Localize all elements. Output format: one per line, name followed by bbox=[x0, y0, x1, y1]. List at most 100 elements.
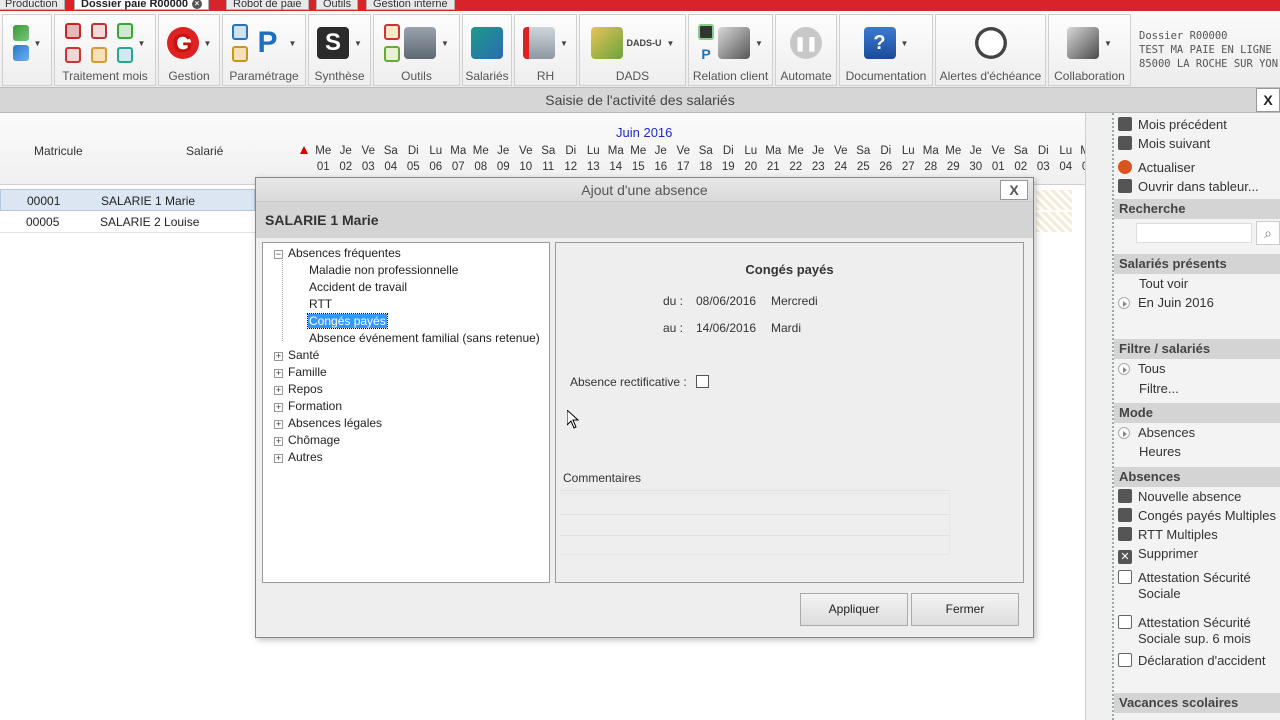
day-column-header[interactable]: Me 22 bbox=[785, 143, 808, 175]
tree-node-sante[interactable]: + Santé bbox=[274, 348, 319, 363]
new-absence-link[interactable]: Nouvelle absence bbox=[1118, 489, 1241, 505]
delete-link[interactable]: ✕ Supprimer bbox=[1118, 546, 1198, 564]
tab-gestion-interne[interactable]: Gestion interne bbox=[366, 0, 455, 10]
day-column-header[interactable]: Sa 02 bbox=[1010, 143, 1033, 175]
tree-node-maladie[interactable]: Maladie non professionnelle bbox=[309, 263, 458, 278]
tree-node-frequentes[interactable]: − Absences fréquentes bbox=[274, 246, 401, 261]
cancel-payslip-icon[interactable] bbox=[64, 47, 81, 63]
tree-node-autres[interactable]: + Autres bbox=[274, 450, 323, 465]
day-column-header[interactable]: Je 30 bbox=[965, 143, 988, 175]
expand-icon[interactable]: + bbox=[274, 369, 283, 378]
apply-button[interactable]: Appliquer bbox=[800, 593, 908, 626]
day-column-header[interactable]: Ma 28 bbox=[920, 143, 943, 175]
day-column-header[interactable]: Di 03 bbox=[1032, 143, 1055, 175]
parametrage-p-icon[interactable]: P bbox=[252, 27, 284, 59]
day-column-header[interactable]: Lu 20 bbox=[740, 143, 763, 175]
p-small-icon[interactable]: P bbox=[698, 46, 714, 62]
attestation-ss-link[interactable]: Attestation Sécurité Sociale bbox=[1118, 570, 1280, 602]
export-icon[interactable] bbox=[116, 47, 133, 63]
table-row[interactable]: 00005 SALARIE 2 Louise bbox=[0, 211, 255, 233]
day-column-header[interactable]: Lu 06 bbox=[425, 143, 448, 175]
prev-month-link[interactable]: Mois précédent bbox=[1118, 117, 1227, 133]
day-column-header[interactable]: Lu 04 bbox=[1055, 143, 1078, 175]
chevron-down-icon[interactable]: ▼ bbox=[354, 39, 362, 48]
day-column-header[interactable]: Sa 18 bbox=[695, 143, 718, 175]
day-column-header[interactable]: Ve 01 bbox=[987, 143, 1010, 175]
expand-icon[interactable]: + bbox=[274, 352, 283, 361]
day-column-header[interactable]: Ve 24 bbox=[830, 143, 853, 175]
tab-outils[interactable]: Outils bbox=[316, 0, 359, 10]
column-header-matricule[interactable]: Matricule bbox=[34, 144, 83, 158]
settings-small-icon[interactable] bbox=[231, 24, 248, 40]
option-filtre[interactable]: Filtre... bbox=[1139, 381, 1179, 397]
expand-icon[interactable]: + bbox=[274, 437, 283, 446]
day-column-header[interactable]: Sa 11 bbox=[537, 143, 560, 175]
tree-node-formation[interactable]: + Formation bbox=[274, 399, 342, 414]
tree-node-conges-payes[interactable]: Congés payés bbox=[307, 313, 388, 329]
chevron-down-icon[interactable]: ▼ bbox=[560, 39, 568, 48]
ribbon-group-relation-client[interactable]: P ▼ Relation client bbox=[688, 14, 773, 86]
dads-u-label[interactable]: DADS-U bbox=[627, 38, 662, 48]
contact-icon[interactable] bbox=[698, 24, 715, 40]
ribbon-group-automate[interactable]: ❚❚ Automate bbox=[775, 14, 837, 86]
chevron-down-icon[interactable]: ▼ bbox=[755, 39, 763, 48]
day-column-header[interactable]: Je 23 bbox=[807, 143, 830, 175]
chevron-down-icon[interactable]: ▼ bbox=[289, 39, 297, 48]
ribbon-group-alertes[interactable]: Alertes d'échéance bbox=[935, 14, 1046, 86]
day-column-header[interactable]: Di 05 bbox=[402, 143, 425, 175]
tree-node-accident[interactable]: Accident de travail bbox=[309, 280, 407, 295]
expand-icon[interactable]: + bbox=[274, 420, 283, 429]
end-date-field[interactable]: 14/06/2016 bbox=[696, 321, 756, 335]
transfer-icon[interactable] bbox=[90, 47, 107, 63]
next-month-link[interactable]: Mois suivant bbox=[1118, 136, 1210, 152]
close-tab-icon[interactable]: × bbox=[192, 0, 203, 10]
day-column-header[interactable]: Di 12 bbox=[560, 143, 583, 175]
alarm-clock-icon[interactable] bbox=[974, 27, 1007, 59]
rectificative-checkbox[interactable] bbox=[696, 375, 709, 388]
calc-icon[interactable] bbox=[64, 23, 81, 39]
meeting-icon[interactable] bbox=[718, 27, 751, 59]
ribbon-group-documentation[interactable]: ? ▼ Documentation bbox=[839, 14, 933, 86]
ribbon-group-traitement-mois[interactable]: ▼ Traitement mois bbox=[54, 14, 156, 86]
option-en-juin[interactable]: En Juin 2016 bbox=[1118, 295, 1214, 311]
tools-small-icon[interactable] bbox=[231, 46, 248, 62]
day-column-header[interactable]: Je 09 bbox=[492, 143, 515, 175]
gestion-g-icon[interactable]: G bbox=[166, 27, 199, 59]
day-column-header[interactable]: Ma 14 bbox=[605, 143, 628, 175]
option-tous[interactable]: Tous bbox=[1118, 361, 1165, 377]
help-book-icon[interactable]: ? bbox=[863, 27, 896, 59]
expand-icon[interactable]: + bbox=[274, 403, 283, 412]
tab-robot-de-paie[interactable]: Robot de paie bbox=[226, 0, 309, 10]
collapse-icon[interactable]: − bbox=[274, 250, 283, 259]
ribbon-group-synthese[interactable]: S ▼ Synthèse bbox=[308, 14, 371, 86]
day-column-header[interactable]: Sa 04 bbox=[380, 143, 403, 175]
tree-node-chomage[interactable]: + Chômage bbox=[274, 433, 340, 448]
tab-dossier-paie[interactable]: Dossier paie R00000 × bbox=[74, 0, 210, 10]
ribbon-group-dads[interactable]: DADS-U ▼ DADS bbox=[579, 14, 686, 86]
chevron-down-icon[interactable]: ▼ bbox=[1104, 39, 1112, 48]
ribbon-group-parametrage[interactable]: P ▼ Paramétrage bbox=[222, 14, 306, 86]
payslip-icon[interactable] bbox=[90, 23, 107, 39]
option-absences[interactable]: Absences bbox=[1118, 425, 1195, 441]
user-tool-icon[interactable] bbox=[384, 24, 401, 40]
check-tool-icon[interactable] bbox=[384, 46, 401, 62]
day-column-header[interactable]: Ve 17 bbox=[672, 143, 695, 175]
tree-node-rtt[interactable]: RTT bbox=[309, 297, 332, 312]
dialog-close-button[interactable]: X bbox=[1000, 180, 1028, 200]
validate-icon[interactable] bbox=[116, 23, 133, 39]
rh-icon[interactable] bbox=[523, 27, 556, 59]
option-heures[interactable]: Heures bbox=[1139, 444, 1181, 460]
tree-node-famille[interactable]: + Famille bbox=[274, 365, 327, 380]
day-column-header[interactable]: Ma 21 bbox=[762, 143, 785, 175]
ribbon-group-gestion[interactable]: G ▼ Gestion bbox=[158, 14, 220, 86]
ribbon-group-quick[interactable]: ▼ bbox=[2, 14, 52, 86]
table-row[interactable]: 00001 SALARIE 1 Marie bbox=[0, 189, 255, 211]
declaration-accident-link[interactable]: Déclaration d'accident bbox=[1118, 653, 1266, 669]
day-column-header[interactable]: Me 08 bbox=[470, 143, 493, 175]
refresh-link[interactable]: Actualiser bbox=[1118, 160, 1195, 176]
day-column-header[interactable]: Me 15 bbox=[627, 143, 650, 175]
people-list-icon[interactable] bbox=[12, 45, 29, 61]
day-column-header[interactable]: Je 02 bbox=[335, 143, 358, 175]
window-close-button[interactable]: X bbox=[1256, 88, 1280, 112]
collaboration-icon[interactable] bbox=[1067, 27, 1100, 59]
